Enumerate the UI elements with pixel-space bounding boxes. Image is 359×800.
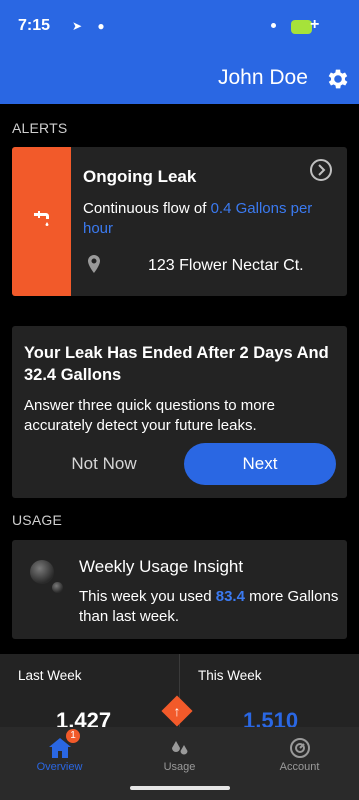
meter-icon [289, 738, 310, 758]
alert-address: 123 Flower Nectar Ct. [148, 257, 304, 274]
faucet-icon [34, 211, 49, 226]
battery-icon: + [291, 16, 319, 34]
alert-strip [12, 147, 71, 296]
insight-body: This week you used 83.4 more Gallons tha… [79, 587, 339, 627]
insight-gallons-value: 83.4 [215, 588, 245, 605]
last-week-label: Last Week [18, 668, 82, 683]
tab-overview[interactable]: 1 Overview [0, 727, 119, 800]
overview-badge: 1 [66, 729, 80, 743]
next-button[interactable]: Next [184, 443, 336, 485]
home-indicator[interactable] [130, 786, 230, 790]
tab-label-account: Account [279, 761, 320, 773]
alert-body: Continuous flow of 0.4 Gallons per hour [83, 199, 333, 239]
ongoing-leak-alert-card[interactable]: Ongoing Leak Continuous flow of 0.4 Gall… [12, 147, 347, 296]
status-dot-icon [271, 23, 276, 28]
gear-icon[interactable] [325, 66, 351, 92]
water-drops-icon [171, 741, 187, 755]
arrow-up-icon: ↑ [173, 703, 181, 719]
usage-section-label: USAGE [12, 512, 63, 528]
weekly-usage-insight-card[interactable]: Weekly Usage Insight This week you used … [12, 540, 347, 639]
this-week-label: This Week [198, 668, 262, 683]
insight-title: Weekly Usage Insight [79, 557, 244, 576]
app-header: 7:15 ➤ ● + John Doe [0, 0, 359, 104]
alerts-section-label: ALERTS [12, 120, 68, 136]
leak-ended-body: Answer three quick questions to more acc… [24, 397, 275, 434]
water-droplet-small-icon [52, 582, 63, 593]
user-name[interactable]: John Doe [218, 66, 308, 90]
chevron-right-icon[interactable] [310, 159, 332, 181]
alert-body-text: Continuous flow of [83, 200, 211, 217]
leak-ended-card: Your Leak Has Ended After 2 Days And 32.… [12, 326, 347, 498]
insight-body-prefix: This week you used [79, 588, 216, 605]
tab-label-usage: Usage [163, 761, 196, 773]
status-time: 7:15 [18, 17, 51, 34]
not-now-button[interactable]: Not Now [42, 444, 166, 484]
water-droplet-icon [30, 560, 54, 584]
location-icon: ➤ ● [72, 19, 111, 33]
alert-title: Ongoing Leak [83, 167, 197, 186]
location-pin-icon [88, 255, 100, 273]
leak-ended-title: Your Leak Has Ended After 2 Days And 32.… [24, 344, 329, 384]
tab-label-overview: Overview [36, 761, 83, 773]
tab-account[interactable]: Account [240, 727, 359, 800]
